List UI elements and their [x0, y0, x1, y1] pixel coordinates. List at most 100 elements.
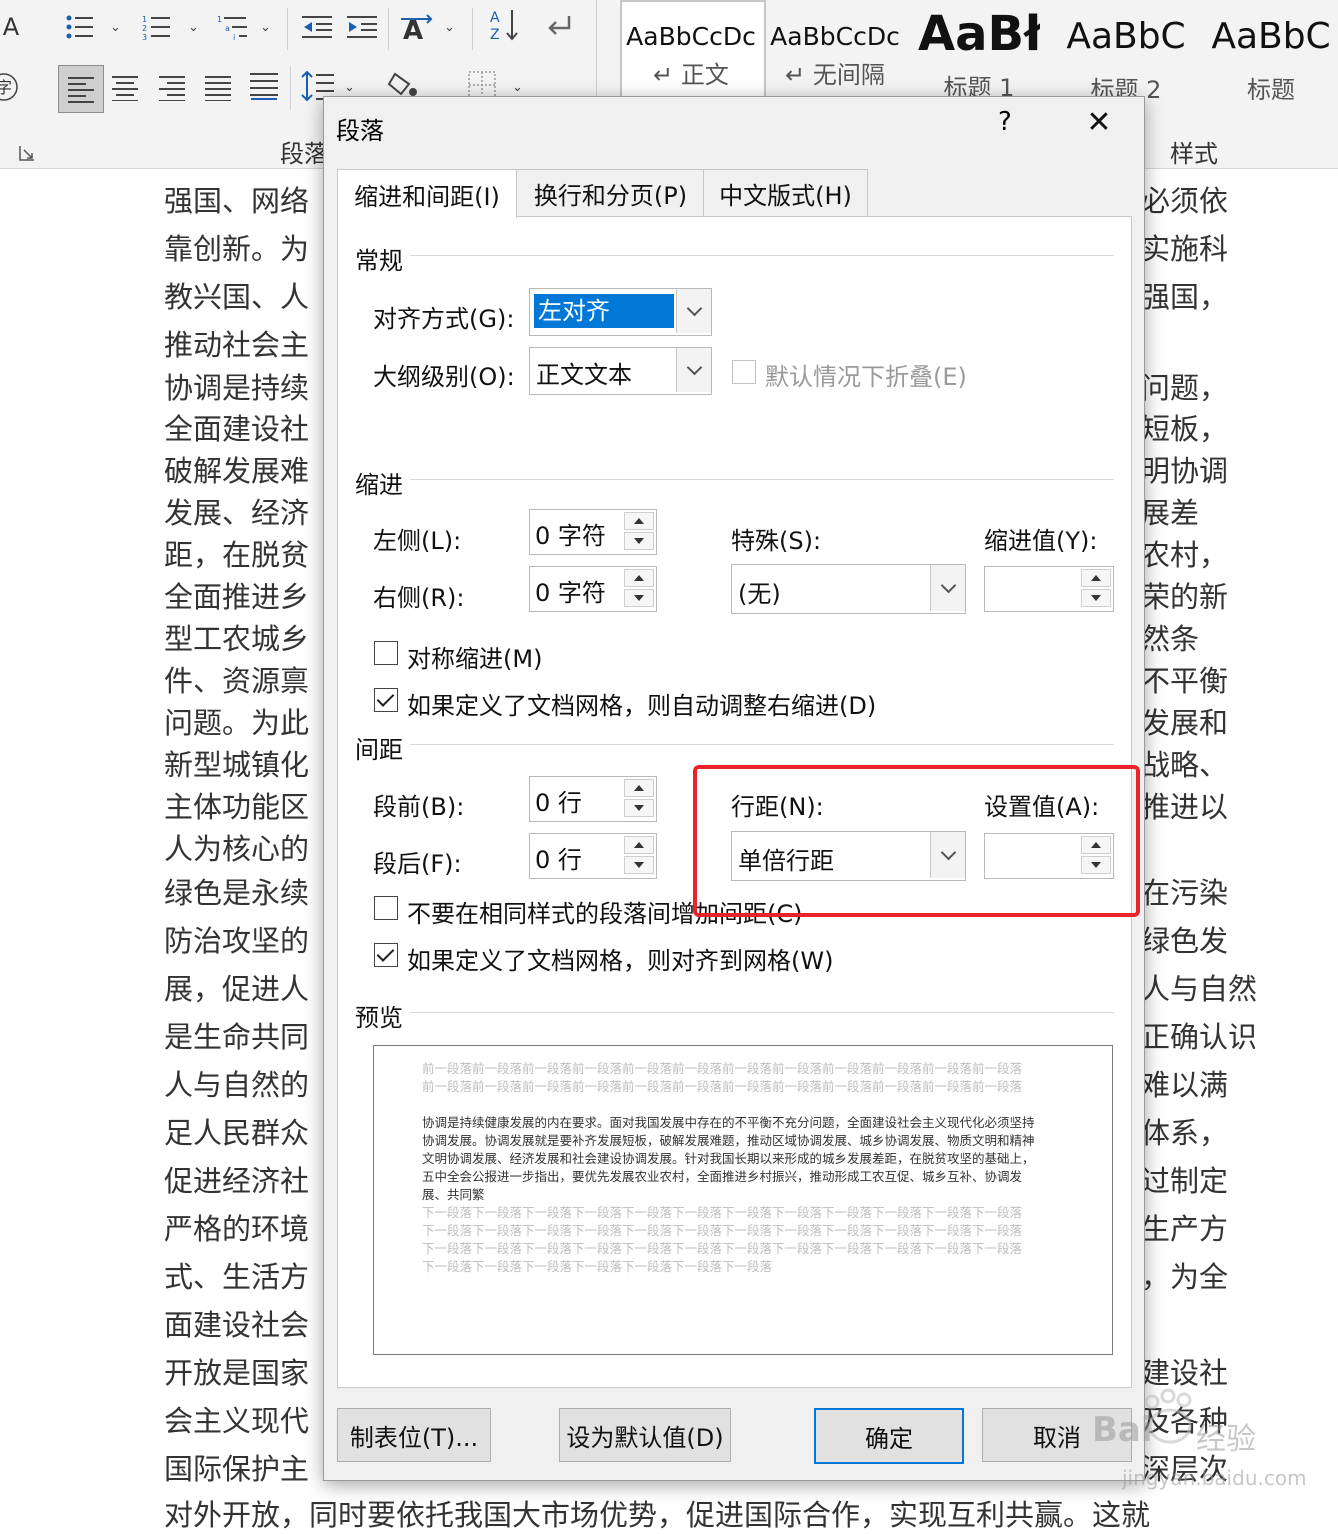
numbering-icon[interactable]: 123 — [137, 10, 177, 44]
spin-up-icon[interactable] — [1081, 569, 1111, 587]
show-marks-icon[interactable] — [540, 10, 580, 44]
style-no-spacing[interactable]: AaBbCcDc ↵ 无间隔 — [770, 0, 900, 100]
spin-down-icon[interactable] — [624, 532, 654, 550]
special-select[interactable]: (无) — [731, 564, 966, 614]
doc-line-right: 实施科 — [1141, 232, 1229, 266]
tab-line-page-breaks[interactable]: 换行和分页(P) — [516, 169, 705, 217]
doc-line: 破解发展难 — [164, 454, 310, 488]
watermark-brand: Bai — [1092, 1410, 1153, 1450]
section-general: 常规 — [355, 247, 403, 275]
indent-right-input[interactable]: 0 字符 — [529, 566, 657, 612]
indent-left-input[interactable]: 0 字符 — [529, 509, 657, 555]
style-normal[interactable]: AaBbCcDc ↵ 正文 — [626, 0, 756, 100]
chevron-down-icon[interactable]: ⌄ — [188, 20, 199, 35]
doc-line: 全面建设社 — [164, 412, 310, 446]
style-heading-1[interactable]: AaBł 标题 1 — [918, 0, 1040, 100]
doc-line: 足人民群众 — [164, 1116, 310, 1150]
chevron-down-icon[interactable] — [930, 565, 965, 611]
doc-line: 发展、经济 — [164, 496, 310, 530]
alignment-select[interactable]: 左对齐 — [529, 288, 712, 336]
chevron-down-icon[interactable]: ⌄ — [512, 80, 523, 95]
svg-text:2: 2 — [142, 24, 147, 33]
doc-line: 全面推进乡 — [164, 580, 310, 614]
justify-icon[interactable] — [198, 71, 238, 105]
doc-line: 型工农城乡 — [164, 622, 310, 656]
section-indent: 缩进 — [355, 471, 403, 499]
doc-line-right: 荣的新 — [1141, 580, 1229, 614]
doc-line-right: 问题， — [1141, 371, 1229, 405]
style-title[interactable]: AaBbC 标题 — [1204, 0, 1338, 100]
collapse-checkbox[interactable] — [732, 360, 756, 384]
mirror-indents-checkbox[interactable] — [374, 641, 398, 665]
chevron-down-icon[interactable] — [676, 348, 711, 392]
tabs-button[interactable]: 制表位(T)... — [337, 1408, 491, 1462]
font-a-icon[interactable]: A — [0, 10, 22, 44]
increase-indent-icon[interactable] — [342, 10, 382, 44]
chevron-down-icon[interactable]: ⌄ — [110, 20, 121, 35]
character-icon[interactable]: 字 — [0, 70, 22, 104]
spin-up-icon[interactable] — [624, 779, 654, 797]
doc-line-right: 不平衡 — [1141, 664, 1229, 698]
distributed-icon[interactable] — [244, 69, 284, 103]
styles-group-label: 样式 — [1170, 140, 1218, 168]
space-after-input[interactable]: 0 行 — [529, 833, 657, 879]
spin-up-icon[interactable] — [624, 512, 654, 530]
watermark-sub: 经验 — [1196, 1422, 1256, 1457]
watermark-url: jingyan.baidu.com — [1122, 1466, 1307, 1490]
doc-line: 绿色是永续 — [164, 876, 310, 910]
indent-by-input[interactable] — [984, 566, 1114, 612]
doc-line: 开放是国家 — [164, 1356, 310, 1390]
doc-line: 严格的环境 — [164, 1212, 310, 1246]
align-center-icon[interactable] — [105, 71, 145, 105]
align-left-button[interactable] — [58, 65, 104, 113]
collapse-label: 默认情况下折叠(E) — [765, 363, 967, 391]
spin-down-icon[interactable] — [1081, 589, 1111, 607]
doc-line: 教兴国、人 — [164, 280, 310, 314]
spin-down-icon[interactable] — [624, 856, 654, 874]
align-right-icon[interactable] — [152, 71, 192, 105]
special-label: 特殊(S): — [731, 527, 822, 555]
doc-line-right: 强国， — [1141, 280, 1229, 314]
auto-right-indent-checkbox[interactable] — [374, 688, 398, 712]
spin-up-icon[interactable] — [624, 836, 654, 854]
doc-line: 是生命共同 — [164, 1020, 310, 1054]
style-heading-2[interactable]: AaBbC 标题 2 — [1060, 0, 1192, 100]
indent-by-label: 缩进值(Y): — [984, 527, 1098, 555]
bullets-icon[interactable] — [60, 10, 100, 44]
annotation-highlight-box — [693, 765, 1140, 917]
decrease-indent-icon[interactable] — [297, 10, 337, 44]
spin-down-icon[interactable] — [624, 589, 654, 607]
doc-line-right: 难以满 — [1141, 1068, 1229, 1102]
doc-line-right: 过制定 — [1141, 1164, 1229, 1198]
help-button[interactable]: ? — [998, 107, 1012, 137]
sort-icon[interactable]: AZ — [484, 8, 524, 42]
close-icon[interactable]: ✕ — [1079, 103, 1119, 143]
chinese-layout-icon[interactable]: A — [396, 10, 436, 44]
doc-line: 式、生活方 — [164, 1260, 310, 1294]
doc-line-right: ，为全 — [1141, 1260, 1229, 1294]
doc-line-right: 发展和 — [1141, 706, 1229, 740]
outline-level-select[interactable]: 正文文本 — [529, 347, 712, 395]
chevron-down-icon[interactable]: ⌄ — [444, 20, 455, 35]
set-default-button[interactable]: 设为默认值(D) — [559, 1408, 731, 1462]
chevron-down-icon[interactable]: ⌄ — [344, 80, 355, 95]
ok-button[interactable]: 确定 — [814, 1408, 964, 1464]
spin-up-icon[interactable] — [624, 569, 654, 587]
space-before-input[interactable]: 0 行 — [529, 776, 657, 822]
snap-to-grid-checkbox[interactable] — [374, 943, 398, 967]
tab-asian-typography[interactable]: 中文版式(H) — [703, 169, 868, 217]
doc-line-right: 短板， — [1141, 412, 1229, 446]
dialog-launcher-icon[interactable] — [14, 140, 40, 166]
doc-line-right: 战略、 — [1141, 748, 1229, 782]
tab-indents-spacing[interactable]: 缩进和间距(I) — [337, 169, 517, 218]
section-preview: 预览 — [355, 1004, 403, 1032]
multilevel-list-icon[interactable]: 1ai — [213, 10, 253, 44]
doc-line-right: 明协调 — [1141, 454, 1229, 488]
doc-line: 协调是持续 — [164, 371, 310, 405]
chevron-down-icon[interactable] — [676, 289, 711, 333]
doc-line-right: 绿色发 — [1141, 924, 1229, 958]
spin-down-icon[interactable] — [624, 799, 654, 817]
chevron-down-icon[interactable]: ⌄ — [260, 20, 271, 35]
no-space-same-style-checkbox[interactable] — [374, 896, 398, 920]
preview-box: 前一段落前一段落前一段落前一段落前一段落前一段落前一段落前一段落前一段落前一段落… — [373, 1045, 1113, 1355]
